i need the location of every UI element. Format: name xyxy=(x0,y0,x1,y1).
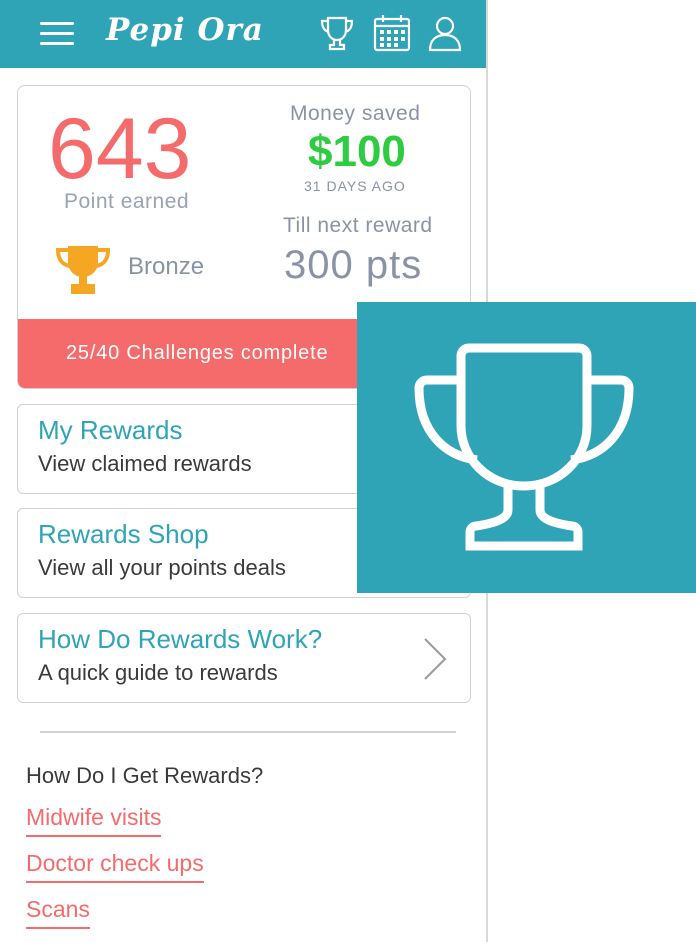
chevron-right-icon xyxy=(424,638,447,680)
app-title: Pepi Ora xyxy=(106,12,264,48)
money-saved-label: Money saved xyxy=(290,102,421,125)
trophy-icon[interactable] xyxy=(316,12,358,54)
money-saved-value: $100 xyxy=(308,127,406,176)
points-label: Point earned xyxy=(64,190,190,213)
midwife-visits-link[interactable]: Midwife visits xyxy=(26,804,162,837)
calendar-icon[interactable] xyxy=(371,12,413,54)
tier-label: Bronze xyxy=(128,253,205,280)
money-saved-when: 31 DAYS AGO xyxy=(304,178,406,194)
row-subtitle: A quick guide to rewards xyxy=(38,660,278,685)
hamburger-menu-icon[interactable] xyxy=(40,22,74,46)
trophy-icon xyxy=(414,343,634,551)
scans-link[interactable]: Scans xyxy=(26,896,90,929)
next-reward-label: Till next reward xyxy=(283,214,433,237)
row-title: Rewards Shop xyxy=(38,519,209,549)
bronze-trophy-icon xyxy=(55,246,111,294)
row-title: How Do Rewards Work? xyxy=(38,624,323,654)
points-value: 643 xyxy=(48,101,192,197)
doctor-check-ups-link[interactable]: Doctor check ups xyxy=(26,850,204,883)
top-bar: Pepi Ora xyxy=(0,0,486,68)
trophy-tile xyxy=(357,302,696,593)
row-subtitle: View all your points deals xyxy=(38,555,286,580)
how-get-rewards-heading: How Do I Get Rewards? xyxy=(26,763,264,788)
next-reward-value: 300 pts xyxy=(284,243,423,287)
section-divider xyxy=(40,731,456,733)
how-rewards-work-row[interactable]: How Do Rewards Work? A quick guide to re… xyxy=(17,613,471,703)
user-icon[interactable] xyxy=(424,12,466,54)
row-subtitle: View claimed rewards xyxy=(38,451,252,476)
row-title: My Rewards xyxy=(38,415,183,445)
